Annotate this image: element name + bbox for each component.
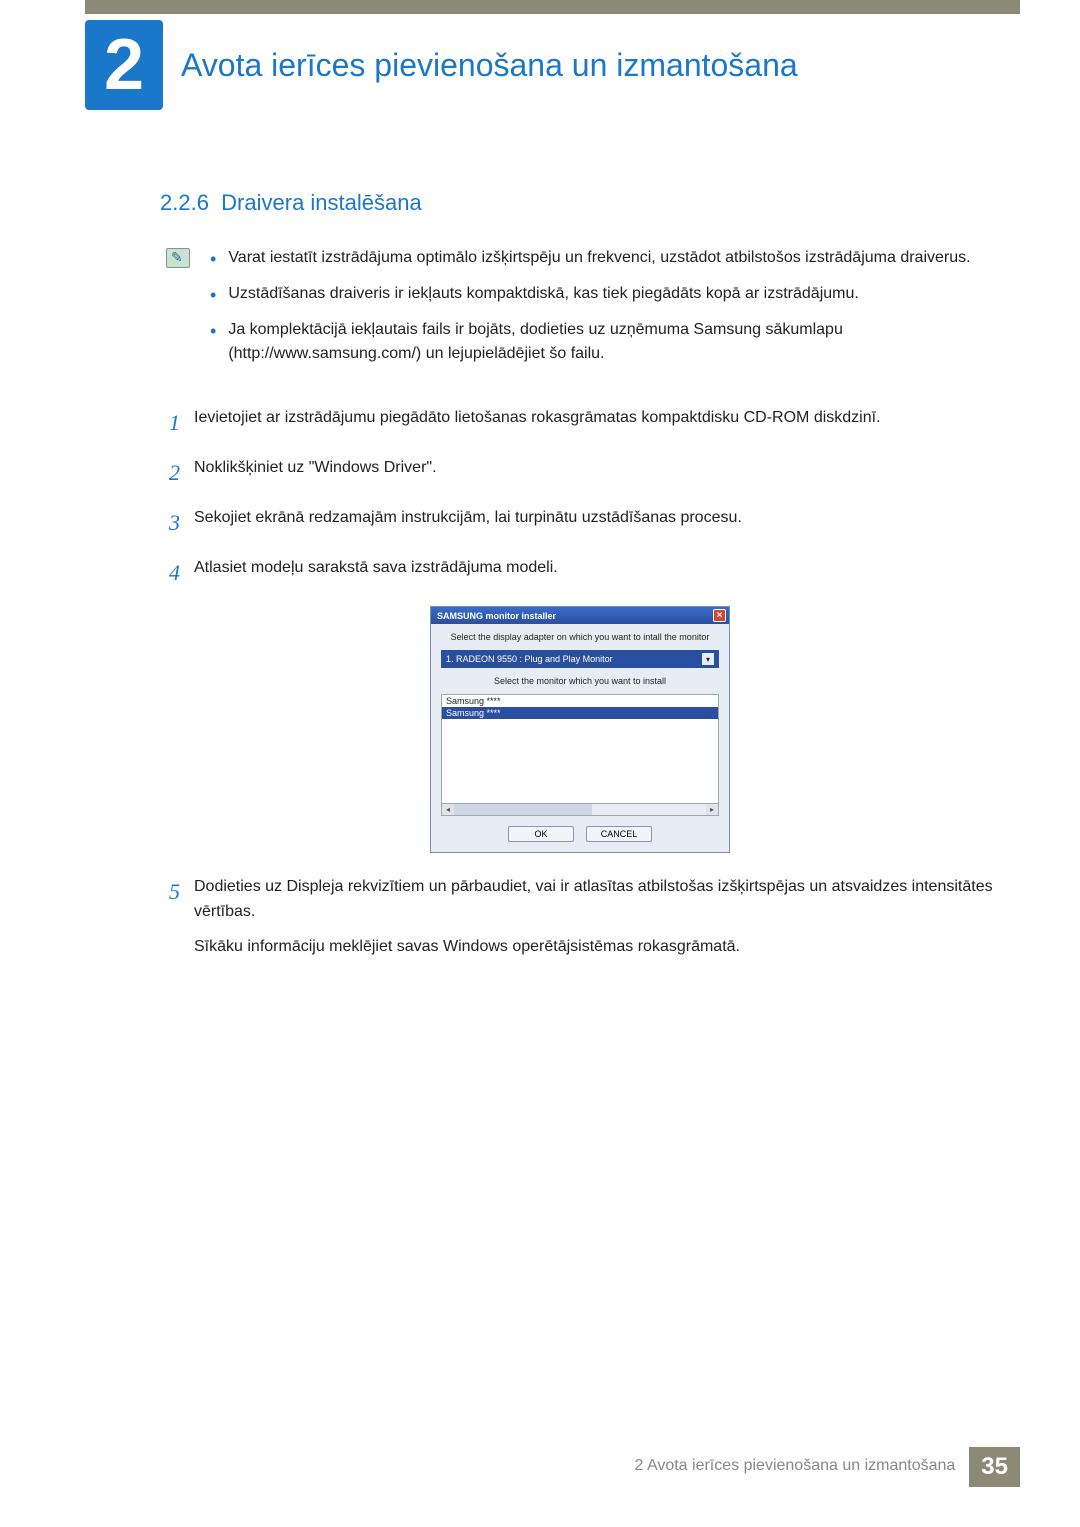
step-text: Sekojiet ekrānā redzamajām instrukcijām,… <box>194 506 1000 540</box>
close-icon[interactable]: × <box>713 609 726 622</box>
scroll-track[interactable] <box>592 804 706 815</box>
chapter-title: Avota ierīces pievienošana un izmantošan… <box>181 47 798 84</box>
note-text: Uzstādīšanas draiveris ir iekļauts kompa… <box>228 282 859 306</box>
list-item[interactable]: Samsung **** <box>442 707 718 719</box>
step: 3 Sekojiet ekrānā redzamajām instrukcijā… <box>160 506 1000 540</box>
step-extra-text: Sīkāku informāciju meklējiet savas Windo… <box>194 935 1000 960</box>
step: 4 Atlasiet modeļu sarakstā sava izstrādā… <box>160 556 1000 590</box>
scroll-left-icon[interactable]: ◂ <box>442 804 454 815</box>
note-item: • Uzstādīšanas draiveris ir iekļauts kom… <box>210 282 1000 306</box>
page-number: 35 <box>969 1447 1020 1487</box>
installer-dialog: SAMSUNG monitor installer × Select the d… <box>430 606 730 853</box>
scroll-right-icon[interactable]: ▸ <box>706 804 718 815</box>
step-number: 2 <box>160 456 180 490</box>
dialog-screenshot: SAMSUNG monitor installer × Select the d… <box>160 606 1000 853</box>
step: 2 Noklikšķiniet uz "Windows Driver". <box>160 456 1000 490</box>
step-text: Ievietojiet ar izstrādājumu piegādāto li… <box>194 406 1000 440</box>
section-number: 2.2.6 <box>160 190 209 215</box>
bullet-icon: • <box>210 250 216 270</box>
dialog-label-monitor: Select the monitor which you want to ins… <box>441 676 719 686</box>
page-content: 2.2.6 Draivera instalēšana • Varat iesta… <box>160 190 1000 976</box>
step-text: Atlasiet modeļu sarakstā sava izstrādāju… <box>194 556 1000 590</box>
chevron-down-icon[interactable]: ▾ <box>702 653 714 665</box>
footer-chapter-ref: 2 Avota ierīces pievienošana un izmantoš… <box>620 1447 969 1487</box>
step-number: 4 <box>160 556 180 590</box>
ordered-steps: 1 Ievietojiet ar izstrādājumu piegādāto … <box>160 406 1000 960</box>
step-number: 1 <box>160 406 180 440</box>
dialog-button-row: OK CANCEL <box>441 826 719 842</box>
step: 1 Ievietojiet ar izstrādājumu piegādāto … <box>160 406 1000 440</box>
dialog-body: Select the display adapter on which you … <box>431 624 729 852</box>
horizontal-scrollbar[interactable]: ◂ ▸ <box>441 804 719 816</box>
adapter-value: 1. RADEON 9550 : Plug and Play Monitor <box>446 654 613 664</box>
section-title: Draivera instalēšana <box>221 190 422 215</box>
bullet-icon: • <box>210 322 216 366</box>
ok-button[interactable]: OK <box>508 826 574 842</box>
note-text: Ja komplektācijā iekļautais fails ir boj… <box>228 318 1000 366</box>
step-text: Noklikšķiniet uz "Windows Driver". <box>194 456 1000 490</box>
monitor-listbox[interactable]: Samsung **** Samsung **** <box>441 694 719 804</box>
chapter-number-badge: 2 <box>85 20 163 110</box>
section-heading: 2.2.6 Draivera instalēšana <box>160 190 1000 216</box>
dialog-title: SAMSUNG monitor installer <box>437 611 556 621</box>
note-text: Varat iestatīt izstrādājuma optimālo izš… <box>228 246 970 270</box>
scroll-thumb[interactable] <box>454 804 592 815</box>
note-block: • Varat iestatīt izstrādājuma optimālo i… <box>166 246 1000 378</box>
step: 5 Dodieties uz Displeja rekvizītiem un p… <box>160 875 1000 959</box>
cancel-button[interactable]: CANCEL <box>586 826 652 842</box>
list-item[interactable]: Samsung **** <box>442 695 718 707</box>
dialog-titlebar: SAMSUNG monitor installer × <box>431 607 729 624</box>
adapter-combobox[interactable]: 1. RADEON 9550 : Plug and Play Monitor ▾ <box>441 650 719 668</box>
top-accent-bar <box>85 0 1020 14</box>
step-main-text: Dodieties uz Displeja rekvizītiem un pār… <box>194 878 993 920</box>
note-item: • Ja komplektācijā iekļautais fails ir b… <box>210 318 1000 366</box>
dialog-label-adapter: Select the display adapter on which you … <box>441 632 719 642</box>
step-number: 5 <box>160 875 180 959</box>
chapter-header: 2 Avota ierīces pievienošana un izmantoš… <box>85 20 1020 110</box>
note-bullets: • Varat iestatīt izstrādājuma optimālo i… <box>210 246 1000 378</box>
step-text: Dodieties uz Displeja rekvizītiem un pār… <box>194 875 1000 959</box>
note-item: • Varat iestatīt izstrādājuma optimālo i… <box>210 246 1000 270</box>
step-number: 3 <box>160 506 180 540</box>
note-icon <box>166 248 190 268</box>
bullet-icon: • <box>210 286 216 306</box>
page-footer: 2 Avota ierīces pievienošana un izmantoš… <box>620 1447 1020 1487</box>
